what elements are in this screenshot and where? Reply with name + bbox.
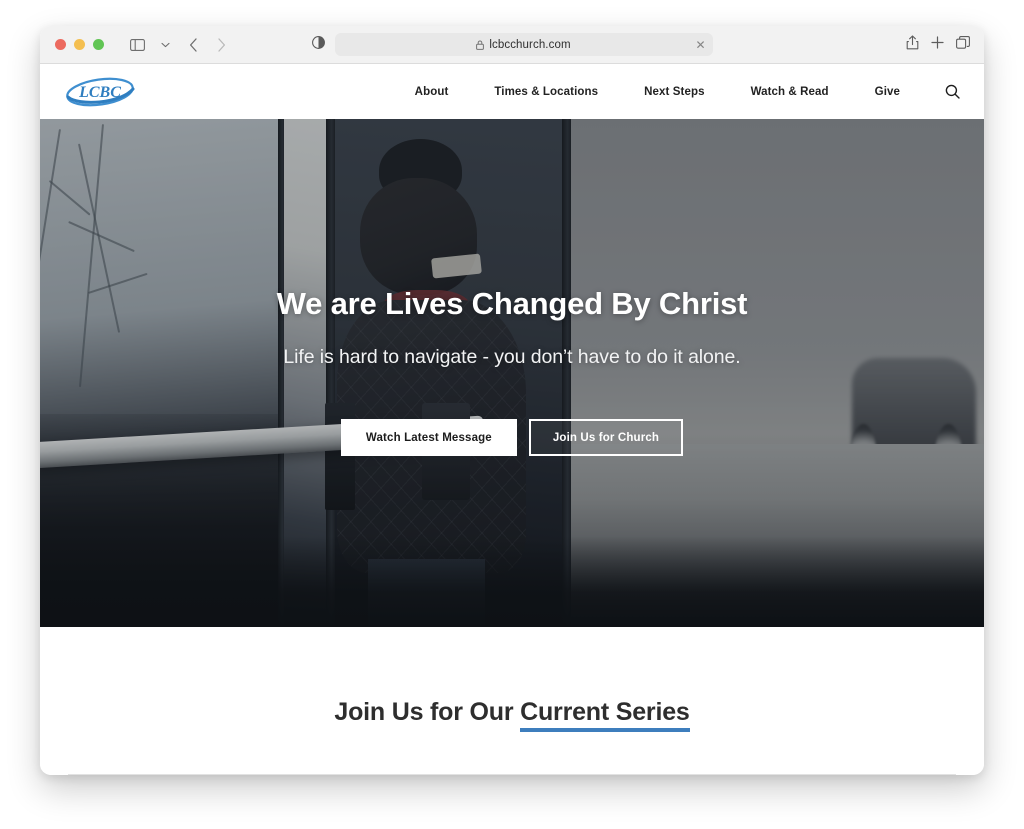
sidebar-icon[interactable]: [124, 33, 150, 57]
tab-overview-icon[interactable]: [956, 35, 970, 54]
nav-item-about[interactable]: About: [392, 86, 472, 98]
svg-text:LCBC: LCBC: [78, 84, 121, 101]
current-series-heading-accent: Current Series: [520, 698, 690, 732]
hero-subtitle: Life is hard to navigate - you don’t hav…: [283, 346, 741, 368]
nav-item-give[interactable]: Give: [852, 86, 923, 98]
new-tab-icon[interactable]: [931, 35, 944, 54]
site-navigation: About Times & Locations Next Steps Watch…: [392, 84, 962, 99]
share-icon[interactable]: [906, 34, 919, 55]
hero-title: We are Lives Changed By Christ: [276, 286, 748, 321]
site-header: LCBC About Times & Locations Next Steps …: [40, 64, 984, 119]
window-traffic-lights: [40, 39, 104, 50]
back-arrow-icon[interactable]: [180, 33, 206, 57]
browser-window: lcbcchurch.com ✕ LCBC About Times & Loca…: [40, 26, 984, 775]
current-series-section: Join Us for Our Current Series: [40, 627, 984, 775]
hero-section: We are Lives Changed By Christ Life is h…: [40, 119, 984, 627]
nav-item-next-steps[interactable]: Next Steps: [621, 86, 727, 98]
current-series-heading: Join Us for Our Current Series: [334, 698, 690, 732]
close-icon[interactable]: ✕: [695, 39, 705, 51]
reader-contrast-icon[interactable]: [311, 35, 325, 54]
lcbc-logo[interactable]: LCBC: [64, 75, 136, 109]
nav-item-watch-read[interactable]: Watch & Read: [728, 86, 852, 98]
browser-toolbar: lcbcchurch.com ✕: [40, 26, 984, 64]
nav-item-times-locations[interactable]: Times & Locations: [471, 86, 621, 98]
minimize-window-button[interactable]: [74, 39, 85, 50]
forward-arrow-icon[interactable]: [208, 33, 234, 57]
hero-cta-group: Watch Latest Message Join Us for Church: [340, 419, 684, 456]
current-series-heading-lead: Join Us for Our: [334, 698, 521, 726]
browser-toolbar-right: [906, 34, 970, 55]
watch-latest-message-button[interactable]: Watch Latest Message: [340, 419, 517, 456]
browser-nav-controls: [104, 33, 234, 57]
address-bar-url: lcbcchurch.com: [489, 38, 571, 51]
lock-icon: [476, 40, 485, 50]
section-divider: [68, 774, 956, 775]
chevron-down-icon[interactable]: [152, 33, 178, 57]
hero-content: We are Lives Changed By Christ Life is h…: [40, 119, 984, 627]
close-window-button[interactable]: [55, 39, 66, 50]
maximize-window-button[interactable]: [93, 39, 104, 50]
search-icon[interactable]: [923, 84, 962, 99]
address-bar[interactable]: lcbcchurch.com ✕: [334, 33, 713, 56]
join-us-for-church-button[interactable]: Join Us for Church: [528, 419, 684, 456]
